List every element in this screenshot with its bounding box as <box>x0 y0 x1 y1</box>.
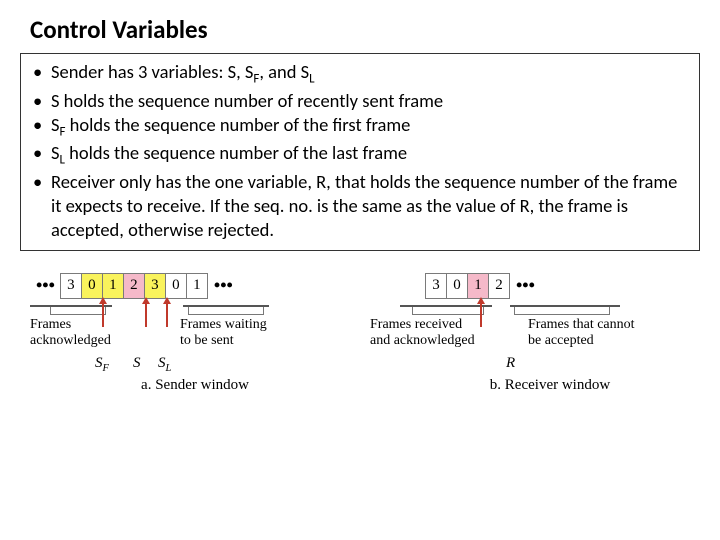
frame-cell: 2 <box>488 273 510 299</box>
pointer-s-label: S <box>133 355 141 372</box>
receiver-window-diagram: 3 0 1 2 ••• Frames receivedand acknowled… <box>400 269 700 394</box>
arrow-icon <box>102 303 104 327</box>
frame-cell: 3 <box>144 273 166 299</box>
sender-window-diagram: ••• 3 0 1 2 3 0 1 ••• Framesacknowledged… <box>30 269 360 394</box>
list-item: S holds the sequence number of recently … <box>33 89 687 113</box>
page-title: Control Variables <box>30 14 700 45</box>
list-item: SL holds the sequence number of the last… <box>33 141 687 170</box>
sender-caption: a. Sender window <box>30 377 360 394</box>
frame-cell: 1 <box>186 273 208 299</box>
frame-cell: 0 <box>446 273 468 299</box>
frames-ack-label: Framesacknowledged <box>30 317 125 349</box>
list-item: Sender has 3 variables: S, SF, and SL <box>33 60 687 89</box>
list-item: SF holds the sequence number of the firs… <box>33 113 687 142</box>
frames-waiting-label: Frames waitingto be sent <box>180 317 290 349</box>
arrow-icon <box>166 303 168 327</box>
ellipsis-icon: ••• <box>30 275 61 296</box>
pointer-sl-label: SL <box>158 355 171 374</box>
bullet-box: Sender has 3 variables: S, SF, and SL S … <box>20 53 700 251</box>
diagram-area: ••• 3 0 1 2 3 0 1 ••• Framesacknowledged… <box>20 269 700 394</box>
pointer-r-label: R <box>506 355 515 372</box>
bullet-list: Sender has 3 variables: S, SF, and SL S … <box>33 60 687 242</box>
frame-cell: 0 <box>81 273 103 299</box>
arrow-icon <box>145 303 147 327</box>
ellipsis-icon: ••• <box>208 275 239 296</box>
frame-cell: 0 <box>165 273 187 299</box>
receiver-caption: b. Receiver window <box>400 377 700 394</box>
frame-cell: 3 <box>60 273 82 299</box>
list-item: Receiver only has the one variable, R, t… <box>33 170 687 242</box>
arrow-icon <box>480 303 482 327</box>
frame-cell: 1 <box>467 273 489 299</box>
frame-cell: 3 <box>425 273 447 299</box>
frame-cell: 2 <box>123 273 145 299</box>
pointer-sf-label: SF <box>95 355 109 374</box>
frames-received-label: Frames receivedand acknowledged <box>370 317 498 349</box>
frame-cell: 1 <box>102 273 124 299</box>
ellipsis-icon: ••• <box>510 275 541 296</box>
frames-cannot-label: Frames that cannotbe accepted <box>528 317 658 349</box>
